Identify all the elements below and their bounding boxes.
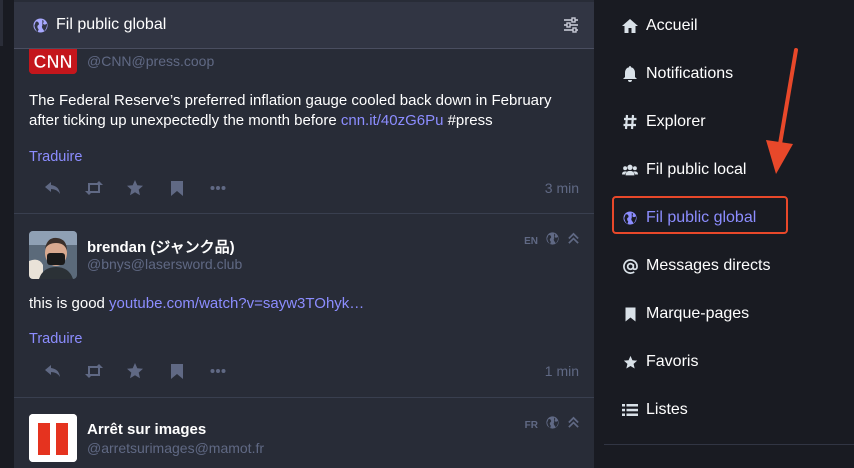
star-icon[interactable]: [125, 178, 145, 198]
boost-icon[interactable]: [84, 361, 104, 381]
status-meta: EN: [524, 232, 580, 250]
status-content: The Federal Reserve’s preferred inflatio…: [29, 91, 579, 131]
previous-column-edge: [0, 0, 3, 46]
collapse-icon[interactable]: [567, 232, 580, 250]
boost-icon[interactable]: [84, 178, 104, 198]
more-icon[interactable]: [208, 361, 228, 381]
nav-item-home[interactable]: Accueil: [612, 6, 852, 46]
nav-item-local-timeline[interactable]: Fil public local: [612, 150, 852, 190]
sidebar-divider: [604, 444, 854, 445]
display-name[interactable]: Arrêt sur images: [87, 421, 206, 438]
globe-icon: [546, 416, 559, 434]
translate-link[interactable]: Traduire: [29, 149, 82, 165]
reply-icon[interactable]: [43, 178, 63, 198]
status-meta: FR: [525, 416, 580, 434]
status-card[interactable]: Arrêt sur images @arretsurimages@mamot.f…: [14, 399, 594, 468]
status-link[interactable]: cnn.it/40zG6Pu: [341, 112, 444, 129]
nav-label: Accueil: [646, 17, 698, 34]
display-name[interactable]: brendan (ジャンク品): [87, 236, 235, 257]
nav-label: Listes: [646, 401, 688, 418]
column-title: Fil public global: [56, 16, 167, 33]
users-icon: [622, 162, 638, 178]
nav-label: Notifications: [646, 65, 734, 82]
status-time[interactable]: 3 min: [545, 180, 579, 196]
star-icon: [622, 354, 638, 370]
account-handle[interactable]: @bnys@lasersword.club: [87, 256, 242, 272]
nav-item-favourites[interactable]: Favoris: [612, 342, 852, 382]
translate-link[interactable]: Traduire: [29, 331, 82, 347]
nav-item-notifications[interactable]: Notifications: [612, 54, 852, 94]
column-header[interactable]: Fil public global: [14, 2, 594, 49]
svg-text:CNN: CNN: [34, 52, 73, 72]
home-icon: [622, 18, 638, 34]
status-time[interactable]: 1 min: [545, 363, 579, 379]
bookmark-icon[interactable]: [167, 178, 187, 198]
reply-icon[interactable]: [43, 361, 63, 381]
bookmark-icon: [622, 306, 638, 322]
status-actions: [29, 178, 579, 198]
global-timeline-column: Fil public global CNN @CNN@press.coop Th…: [14, 0, 594, 468]
nav-item-explore[interactable]: Explorer: [612, 102, 852, 142]
star-icon[interactable]: [125, 361, 145, 381]
language-badge: EN: [524, 235, 538, 247]
bookmark-icon[interactable]: [167, 361, 187, 381]
hashtag-icon: [622, 114, 638, 130]
globe-icon: [546, 232, 559, 250]
sliders-icon[interactable]: [562, 16, 580, 34]
nav-label: Messages directs: [646, 257, 771, 274]
annotation-highlight-box: [612, 196, 788, 234]
nav-label: Marque-pages: [646, 305, 750, 322]
nav-item-bookmarks[interactable]: Marque-pages: [612, 294, 852, 334]
language-badge: FR: [524, 419, 538, 431]
status-actions: [29, 361, 579, 381]
bell-icon: [622, 66, 638, 82]
avatar[interactable]: [29, 231, 77, 279]
nav-label: Fil public local: [646, 161, 747, 178]
account-handle[interactable]: @arretsurimages@mamot.fr: [87, 440, 264, 456]
status-content: this is good youtube.com/watch?v=sayw3TO…: [29, 294, 579, 314]
nav-item-lists[interactable]: Listes: [612, 390, 852, 430]
account-handle[interactable]: @CNN@press.coop: [87, 53, 214, 69]
list-icon: [622, 402, 638, 418]
status-link[interactable]: youtube.com/watch?v=sayw3TOhyk…: [109, 295, 364, 312]
more-icon[interactable]: [208, 178, 228, 198]
left-edge: [0, 0, 5, 468]
status-text: this is good: [29, 295, 110, 312]
annotation-arrow-icon: [766, 48, 798, 174]
avatar[interactable]: [29, 414, 77, 462]
nav-item-direct-messages[interactable]: Messages directs: [612, 246, 852, 286]
collapse-icon[interactable]: [567, 416, 580, 434]
nav-label: Explorer: [646, 113, 706, 130]
at-icon: [622, 258, 638, 274]
status-hashtag[interactable]: #press: [443, 112, 493, 129]
status-card[interactable]: brendan (ジャンク品) @bnys@lasersword.club EN…: [14, 215, 594, 398]
nav-label: Favoris: [646, 353, 699, 370]
globe-icon: [32, 17, 48, 33]
